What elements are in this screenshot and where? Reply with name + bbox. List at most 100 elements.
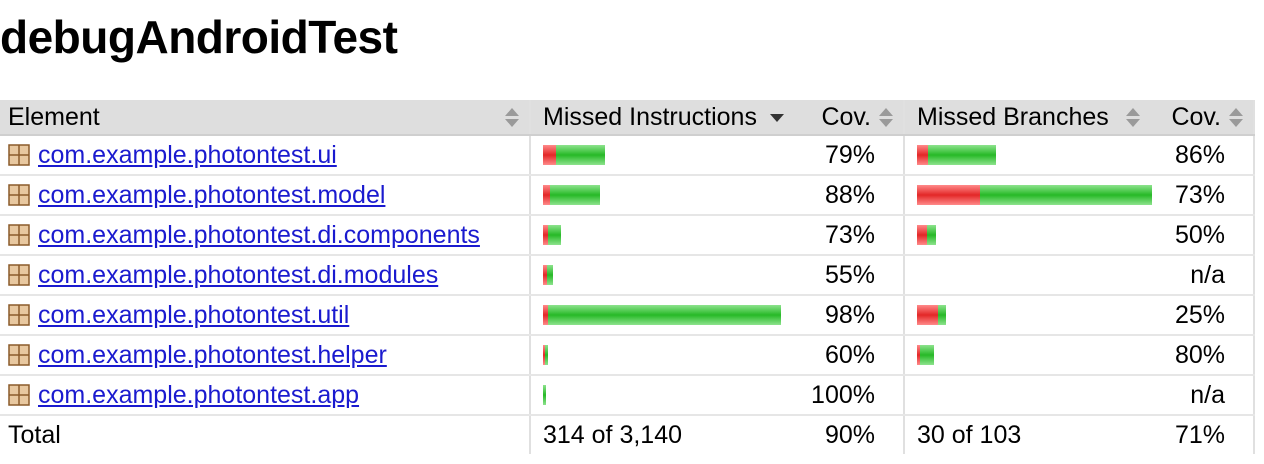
total-branch-cov: 71%: [1152, 415, 1255, 454]
covered-segment: [548, 225, 561, 245]
table-row: com.example.photontest.di.modules 55% n/a: [0, 255, 1255, 296]
header-missed-instructions[interactable]: Missed Instructions: [530, 100, 790, 136]
instr-bar-cell: [530, 335, 790, 376]
branch-bar-cell: [904, 135, 1152, 176]
sort-icon: [1126, 108, 1140, 128]
table-row: com.example.photontest.util 98% 25%: [0, 295, 1255, 336]
header-cov-branches[interactable]: Cov.: [1152, 100, 1255, 136]
branch-cov-cell: 80%: [1152, 335, 1255, 376]
coverage-table: Element Missed Instructions Cov. Missed …: [0, 100, 1255, 454]
table-row: com.example.photontest.app 100% n/a: [0, 375, 1255, 416]
branch-cov-cell: 50%: [1152, 215, 1255, 256]
missed-segment: [917, 225, 927, 245]
instr-bar-cell: [530, 255, 790, 296]
package-icon: [8, 143, 30, 166]
element-cell: com.example.photontest.util: [0, 295, 531, 336]
header-element[interactable]: Element: [0, 100, 531, 136]
missed-segment: [917, 145, 928, 165]
sort-desc-icon: [770, 108, 784, 128]
covered-segment: [928, 145, 996, 165]
element-cell: com.example.photontest.app: [0, 375, 531, 416]
total-label: Total: [0, 415, 531, 454]
header-cov-instructions[interactable]: Cov.: [790, 100, 905, 136]
package-link[interactable]: com.example.photontest.ui: [38, 141, 337, 169]
instr-cov-cell: 88%: [790, 175, 905, 216]
package-link[interactable]: com.example.photontest.util: [38, 301, 349, 329]
package-icon: [8, 383, 30, 406]
coverage-bar: [543, 385, 790, 405]
total-instr-cov: 90%: [790, 415, 905, 454]
coverage-bar: [543, 305, 790, 325]
package-link[interactable]: com.example.photontest.helper: [38, 341, 387, 369]
table-row: com.example.photontest.di.components 73% 5…: [0, 215, 1255, 256]
instr-bar-cell: [530, 215, 790, 256]
package-link[interactable]: com.example.photontest.di.components: [38, 221, 480, 249]
sort-icon: [1229, 108, 1243, 128]
total-instructions: 314 of 3,140: [543, 420, 683, 449]
instr-cov-cell: 100%: [790, 375, 905, 416]
covered-segment: [547, 265, 553, 285]
package-icon: [8, 183, 30, 206]
covered-segment: [556, 145, 605, 165]
header-row: Element Missed Instructions Cov. Missed …: [0, 100, 1255, 136]
package-icon: [8, 263, 30, 286]
covered-segment: [980, 185, 1152, 205]
element-cell: com.example.photontest.di.modules: [0, 255, 531, 296]
coverage-bar: [917, 265, 1152, 285]
instr-cov-cell: 98%: [790, 295, 905, 336]
coverage-bar: [917, 305, 1152, 325]
branch-cov-cell: n/a: [1152, 375, 1255, 416]
instr-cov-cell: 73%: [790, 215, 905, 256]
missed-segment: [917, 185, 981, 205]
branch-bar-cell: [904, 215, 1152, 256]
coverage-bar: [917, 225, 1152, 245]
coverage-bar: [917, 145, 1152, 165]
branch-bar-cell: [904, 375, 1152, 416]
package-icon: [8, 303, 30, 326]
sort-icon: [879, 108, 893, 128]
instr-bar-cell: [530, 295, 790, 336]
covered-segment: [938, 305, 946, 325]
coverage-bar: [917, 185, 1152, 205]
coverage-bar: [543, 345, 790, 365]
package-link[interactable]: com.example.photontest.app: [38, 381, 359, 409]
instr-bar-cell: [530, 375, 790, 416]
total-branches: 30 of 103: [917, 420, 1022, 449]
package-icon: [8, 223, 30, 246]
coverage-bar: [543, 145, 790, 165]
package-link[interactable]: com.example.photontest.model: [38, 181, 385, 209]
table-row: com.example.photontest.helper 60% 80%: [0, 335, 1255, 376]
missed-segment: [543, 185, 550, 205]
branch-bar-cell: [904, 335, 1152, 376]
covered-segment: [545, 345, 548, 365]
table-row: com.example.photontest.ui 79% 86%: [0, 135, 1255, 176]
coverage-bar: [543, 225, 790, 245]
instr-cov-cell: 60%: [790, 335, 905, 376]
coverage-bar: [917, 385, 1152, 405]
covered-segment: [543, 385, 546, 405]
total-row: Total 314 of 3,140 90% 30 of 103 71%: [0, 415, 1255, 454]
element-cell: com.example.photontest.model: [0, 175, 531, 216]
header-missed-branches[interactable]: Missed Branches: [904, 100, 1152, 136]
instr-cov-cell: 79%: [790, 135, 905, 176]
covered-segment: [550, 185, 600, 205]
instr-bar-cell: [530, 135, 790, 176]
covered-segment: [927, 225, 936, 245]
branch-bar-cell: [904, 255, 1152, 296]
element-cell: com.example.photontest.di.components: [0, 215, 531, 256]
instr-bar-cell: [530, 175, 790, 216]
branch-bar-cell: [904, 175, 1152, 216]
branch-cov-cell: 25%: [1152, 295, 1255, 336]
table-row: com.example.photontest.model 88% 73%: [0, 175, 1255, 216]
covered-segment: [920, 345, 934, 365]
branch-bar-cell: [904, 295, 1152, 336]
coverage-bar: [917, 345, 1152, 365]
coverage-bar: [543, 185, 790, 205]
sort-icon: [505, 108, 519, 128]
package-link[interactable]: com.example.photontest.di.modules: [38, 261, 438, 289]
covered-segment: [548, 305, 781, 325]
instr-cov-cell: 55%: [790, 255, 905, 296]
branch-cov-cell: n/a: [1152, 255, 1255, 296]
branch-cov-cell: 86%: [1152, 135, 1255, 176]
package-icon: [8, 343, 30, 366]
